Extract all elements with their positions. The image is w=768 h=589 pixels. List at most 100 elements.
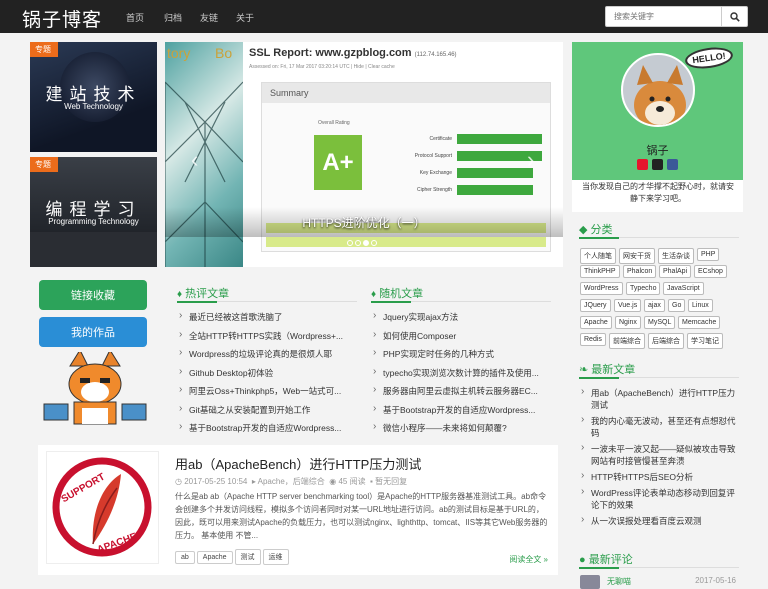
random-heading: ♦ 随机文章 (371, 288, 424, 300)
carousel-dot[interactable] (347, 240, 353, 246)
category-tag[interactable]: 生活杂谈 (658, 248, 694, 264)
svg-text:Bo: Bo (215, 45, 232, 61)
comment-item[interactable]: 无聊喵 2017-05-16 (580, 573, 740, 589)
category-tag[interactable]: WordPress (580, 282, 623, 295)
carousel-dot[interactable] (355, 240, 361, 246)
category-tag[interactable]: 后端综合 (648, 333, 684, 349)
carousel-caption[interactable]: HTTPS进阶优化（一） (165, 214, 563, 231)
score-bar (457, 134, 542, 144)
list-item[interactable]: 我的内心毫无波动，甚至还有点想怼代码 (579, 415, 741, 439)
post-tag[interactable]: ab (175, 551, 195, 564)
category-tag[interactable]: Vue.js (614, 299, 642, 312)
list-item[interactable]: Github Desktop初体验 (177, 367, 357, 386)
comment-author[interactable]: 无聊喵 (607, 576, 631, 587)
comments-heading: ● 最新评论 (579, 554, 633, 566)
category-tag[interactable]: 个人随笔 (580, 248, 616, 264)
profile-card: HELLO! 锅子 当你发现自己的才华撑不起野心时，就请安静下来学习吧。 (572, 42, 743, 212)
fox-mascot-image (43, 352, 147, 425)
category-tag[interactable]: Typecho (626, 282, 661, 295)
list-item[interactable]: 如何使用Composer (371, 330, 551, 349)
category-tag[interactable]: PHP (697, 248, 720, 261)
list-item[interactable]: PHP实现定时任务的几种方式 (371, 348, 551, 367)
category-tag[interactable]: JavaScript (663, 282, 704, 295)
carousel-next-icon[interactable]: › (527, 147, 534, 173)
category-tag[interactable]: 学习笔记 (687, 333, 723, 349)
topic-tile-web[interactable]: 专题 建站技术 Web Technology (30, 42, 157, 152)
ssl-summary-heading: Summary (262, 83, 550, 103)
post-tag[interactable]: 运维 (262, 549, 289, 565)
ssl-title: SSL Report: www.gzpblog.com (112.74.165.… (249, 47, 457, 59)
list-item[interactable]: HTTP转HTTPS后SEO分析 (579, 471, 741, 483)
social-links (572, 159, 743, 172)
category-tag[interactable]: Linux (688, 299, 713, 312)
category-tag[interactable]: 网安干货 (619, 248, 655, 264)
list-item[interactable]: 阿里云Oss+Thinkphp5，Web一站式可... (177, 385, 357, 404)
list-item[interactable]: Git基础之从安装配置到开始工作 (177, 404, 357, 423)
list-item[interactable]: WordPress评论表单动态移动到回复评论下的效果 (579, 487, 741, 511)
read-more-link[interactable]: 阅读全文 » (509, 554, 548, 565)
github-icon[interactable] (652, 159, 663, 170)
tag-icon: ▸ (251, 477, 256, 486)
bar-label: Key Exchange (419, 170, 452, 176)
leaf-icon: ❧ (579, 364, 589, 376)
hello-bubble: HELLO! (683, 44, 735, 72)
carousel-prev-icon[interactable]: ‹ (191, 147, 198, 173)
post-thumbnail[interactable]: SUPPORT APACHE (46, 451, 159, 564)
post-meta: ◷ 2017-05-25 10:54 ▸ Apache，后端综合 ◉ 45 阅读… (175, 476, 407, 487)
category-tag[interactable]: Memcache (678, 316, 721, 329)
post-tag[interactable]: 测试 (234, 549, 261, 565)
category-tag[interactable]: ECshop (694, 265, 727, 278)
list-item[interactable]: 最近已经被这首歌洗脑了 (177, 311, 357, 330)
bar-label: Cipher Strength (416, 187, 452, 193)
list-item[interactable]: 从一次误报处理看百度云观测 (579, 515, 741, 527)
score-bar (457, 168, 533, 178)
facebook-icon[interactable] (667, 159, 678, 170)
category-tag[interactable]: Redis (580, 333, 606, 346)
works-button[interactable]: 我的作品 (39, 317, 147, 347)
category-tag[interactable]: JQuery (580, 299, 611, 312)
post-views: 45 阅读 (338, 477, 366, 486)
list-item[interactable]: Jquery实现ajax方法 (371, 311, 551, 330)
list-item[interactable]: 基于Bootstrap开发的自适应Wordpress... (177, 422, 357, 441)
list-item[interactable]: 服务器由阿里云虚拟主机转云服务器EC... (371, 385, 551, 404)
search-input[interactable] (606, 7, 723, 26)
category-tag[interactable]: Phalcon (623, 265, 657, 278)
list-item[interactable]: 微信小程序——未来将如何颠覆? (371, 422, 551, 441)
nav-friends[interactable]: 友链 (200, 11, 218, 24)
list-item[interactable]: 全站HTTP转HTTPS实践（Wordpress+... (177, 330, 357, 349)
bookmarks-button[interactable]: 链接收藏 (39, 280, 147, 310)
hsts-banner (266, 237, 546, 247)
nav-about[interactable]: 关于 (236, 11, 254, 24)
carousel-dot[interactable] (371, 240, 377, 246)
list-item[interactable]: 基于Bootstrap开发的自适应Wordpress... (371, 404, 551, 423)
list-item[interactable]: Wordpress的垃圾评论真的是很烦人耶 (177, 348, 357, 367)
svg-text:tory: tory (167, 45, 190, 61)
topic-tile-programming[interactable]: 专题 编程学习 Programming Technology (30, 157, 157, 267)
post-category[interactable]: Apache，后端综合 (258, 477, 325, 486)
list-item[interactable]: 用ab（ApacheBench）进行HTTP压力测试 (579, 387, 741, 411)
category-tag[interactable]: Go (668, 299, 686, 312)
weibo-icon[interactable] (637, 159, 648, 170)
category-tag[interactable]: ajax (644, 299, 665, 312)
nav-archive[interactable]: 归档 (164, 11, 182, 24)
avatar[interactable] (621, 53, 695, 127)
carousel-dot-active[interactable] (363, 240, 369, 246)
nav-home[interactable]: 首页 (126, 11, 144, 24)
categories-heading: ◆ 分类 (579, 224, 613, 236)
category-tag[interactable]: ThinkPHP (580, 265, 620, 278)
flame-icon: ♦ (371, 289, 377, 300)
post-comments[interactable]: 暂无回复 (375, 477, 407, 486)
latest-articles-list: 用ab（ApacheBench）进行HTTP压力测试 我的内心毫无波动，甚至还有… (579, 387, 741, 531)
search-button[interactable] (721, 7, 747, 26)
category-tag[interactable]: Apache (580, 316, 612, 329)
list-item[interactable]: 一波未平一波又起——疑似被攻击导致网站有时接管慢甚至奔溃 (579, 443, 741, 467)
post-tag[interactable]: Apache (196, 551, 233, 564)
category-tag[interactable]: MySQL (644, 316, 676, 329)
category-tag[interactable]: Nginx (615, 316, 641, 329)
site-brand[interactable]: 锅子博客 (22, 5, 102, 32)
category-tag[interactable]: PhalApi (659, 265, 692, 278)
score-bar (457, 185, 533, 195)
list-item[interactable]: typecho实现浏览次数计算的插件及使用... (371, 367, 551, 386)
category-tag[interactable]: 前端综合 (609, 333, 645, 349)
post-title[interactable]: 用ab（ApacheBench）进行HTTP压力测试 (175, 454, 421, 473)
